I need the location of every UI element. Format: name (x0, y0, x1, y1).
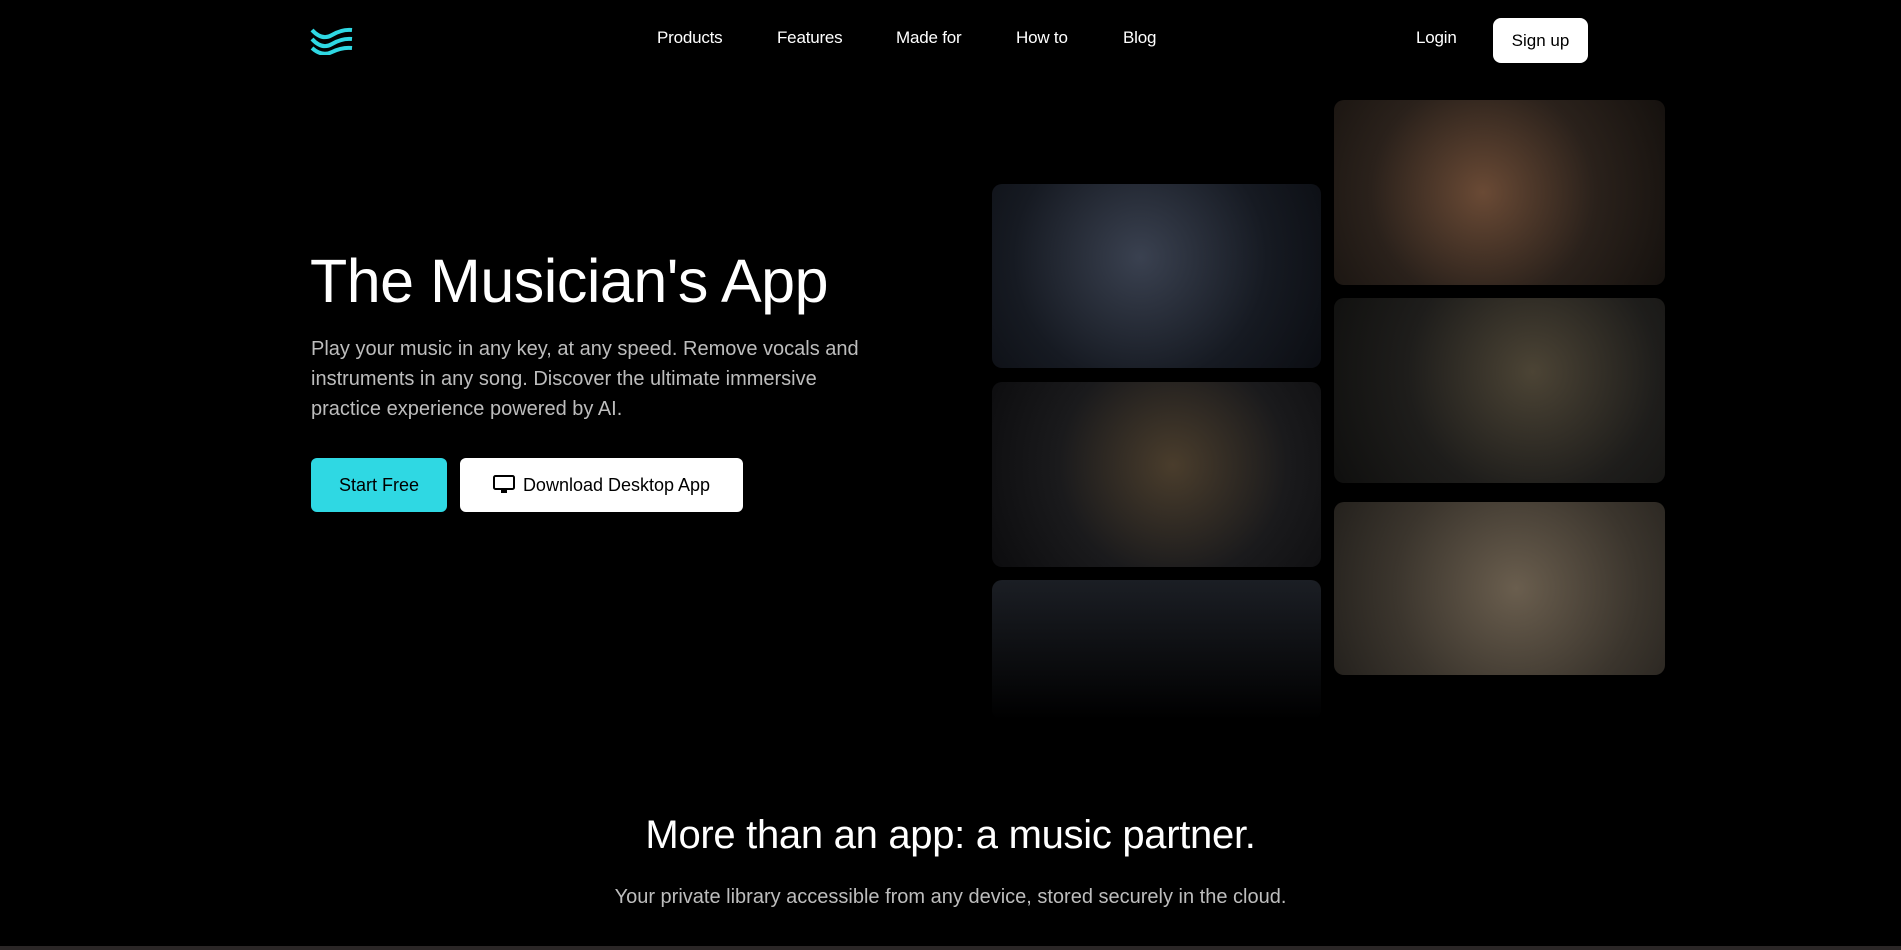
nav-how-to[interactable]: How to (1016, 28, 1068, 48)
video-musician (1334, 502, 1665, 675)
nav-features[interactable]: Features (777, 28, 843, 48)
section-subtitle: Your private library accessible from any… (614, 886, 1287, 908)
main-nav: Products Features Made for How to Blog L… (0, 28, 1901, 50)
hero-title: The Musician's App (310, 247, 829, 315)
login-link[interactable]: Login (1416, 28, 1457, 48)
download-label: Download Desktop App (522, 474, 711, 495)
monitor-icon (492, 475, 515, 493)
download-desktop-app-button[interactable]: Download Desktop App (460, 458, 743, 512)
video-studio (992, 580, 1321, 720)
video-singer (1334, 100, 1665, 285)
signup-button[interactable]: Sign up (1493, 18, 1588, 63)
section-title: More than an app: a music partner. (645, 813, 1256, 857)
video-producer (1334, 298, 1665, 483)
video-guitarist (992, 184, 1321, 368)
video-drummer (992, 382, 1321, 567)
hero-description: Play your music in any key, at any speed… (311, 338, 859, 420)
start-free-button[interactable]: Start Free (311, 458, 447, 512)
nav-made-for[interactable]: Made for (896, 28, 962, 48)
next-section-edge (0, 946, 1901, 950)
nav-products[interactable]: Products (657, 28, 723, 48)
nav-blog[interactable]: Blog (1123, 28, 1156, 48)
